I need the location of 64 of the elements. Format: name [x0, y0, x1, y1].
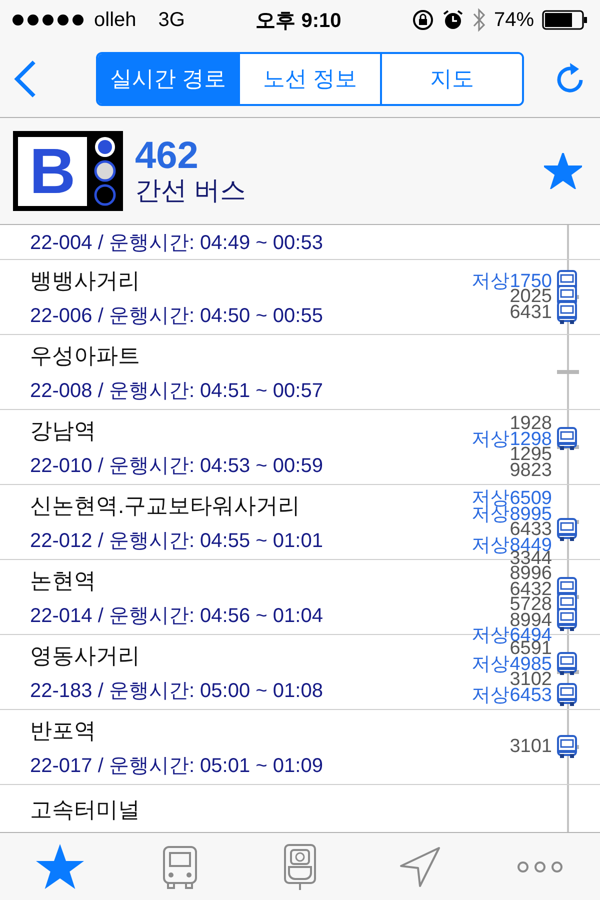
back-button[interactable]: [12, 58, 38, 98]
favorite-button[interactable]: [544, 153, 582, 189]
route-logo: B: [13, 131, 123, 211]
bus-number: 3101: [510, 739, 552, 755]
route-type: 간선 버스: [135, 175, 248, 205]
stop-id-hours: 22-017 / 운행시간: 05:01 ~ 01:09: [30, 754, 324, 778]
bus-number: 저상8449: [472, 538, 552, 553]
segment-tab[interactable]: 지도: [380, 54, 522, 104]
bus-icon: [557, 608, 577, 632]
bus-number: 저상8995: [472, 506, 552, 522]
segment-tab[interactable]: 노선 정보: [238, 54, 380, 104]
segment-tab[interactable]: 실시간 경로: [98, 54, 238, 104]
stop-name: 논현역: [30, 566, 97, 594]
stop-name: 반포역: [30, 716, 97, 744]
stop-id-hours: 22-008 / 운행시간: 04:51 ~ 00:57: [30, 378, 324, 404]
bus-stop-icon: [283, 842, 317, 890]
bus-number: 저상4985: [472, 656, 552, 672]
battery-percent: 74%: [494, 8, 534, 32]
stop-name: 우성아파트: [30, 342, 141, 370]
signal-icon: [12, 14, 86, 26]
bus-number: 저상1750: [472, 274, 552, 290]
carrier-name: olleh: [94, 8, 136, 32]
bus-number: 저상1298: [472, 432, 552, 447]
bus-icon: [557, 683, 577, 708]
stop-name: 영동사거리: [30, 642, 141, 670]
stop-id-hours: 22-006 / 운행시간: 04:50 ~ 00:55: [30, 304, 324, 328]
more-icon: [517, 860, 563, 872]
bus-number: 저상6453: [472, 688, 552, 703]
star-icon: [36, 844, 84, 890]
bus-icon: [557, 518, 577, 542]
location-arrow-icon: [399, 846, 441, 888]
bus-number: 1295: [510, 447, 552, 462]
network-type: 3G: [158, 8, 185, 32]
bus-number: 6432: [510, 582, 552, 597]
stop-name: 고속터미널: [30, 796, 141, 824]
bus-number: 8996: [510, 566, 552, 582]
alarm-icon: [442, 9, 464, 31]
bus-icon: [557, 652, 577, 676]
stop-name: 강남역: [30, 416, 97, 444]
bus-number: 저상6509: [472, 491, 552, 506]
stop-id-hours: 22-004 / 운행시간: 04:49 ~ 00:53: [30, 230, 324, 256]
bus-number: 6431: [510, 304, 552, 320]
clock-time: 오후 9:10: [256, 8, 342, 34]
bus-icon: [557, 427, 577, 452]
bus-number: 8994: [510, 612, 552, 628]
bus-icon: [557, 735, 577, 759]
stop-id-hours: 22-010 / 운행시간: 04:53 ~ 00:59: [30, 454, 324, 478]
stop-id-hours: 22-183 / 운행시간: 05:00 ~ 01:08: [30, 678, 324, 704]
bus-number: 1928: [510, 416, 552, 432]
battery-icon: [542, 10, 588, 30]
stop-id-hours: 22-014 / 운행시간: 04:56 ~ 01:04: [30, 604, 324, 628]
rotation-lock-icon: [412, 9, 434, 31]
bus-number: 9823: [510, 462, 552, 478]
route-number: 462: [135, 137, 200, 175]
stop-name: 뱅뱅사거리: [30, 266, 141, 294]
bus-number: 6433: [510, 522, 552, 538]
bus-icon: [162, 844, 198, 890]
bus-number: 5728: [510, 597, 552, 612]
bus-icon: [557, 300, 577, 324]
bus-number: 2025: [510, 289, 552, 305]
stop-name: 신논현역.구교보타워사거리: [30, 492, 302, 520]
bus-number: 3102: [510, 672, 552, 688]
bluetooth-icon: [472, 8, 486, 32]
stop-id-hours: 22-012 / 운행시간: 04:55 ~ 01:01: [30, 528, 324, 554]
